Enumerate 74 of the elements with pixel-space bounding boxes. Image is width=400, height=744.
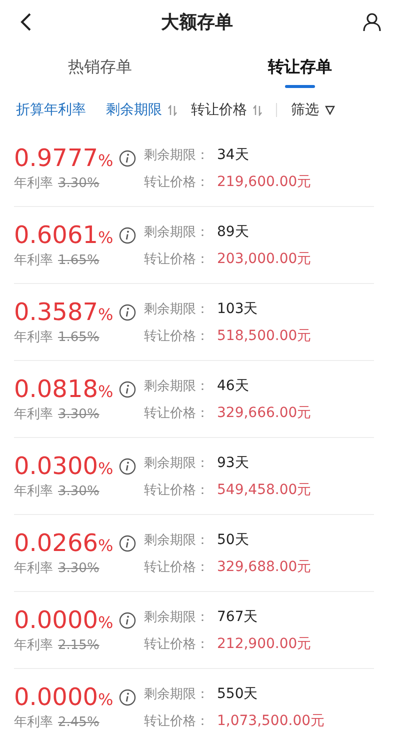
remaining-term: 34天: [217, 146, 249, 164]
transfer-price: 1,073,500.00元: [217, 712, 325, 730]
remaining-term: 550天: [217, 684, 258, 702]
price-label: 转让价格：: [144, 404, 210, 422]
rate-label: 年利率: [14, 329, 53, 346]
info-icon[interactable]: [119, 380, 136, 398]
remaining-term: 46天: [217, 376, 249, 394]
discounted-rate: 0.6061%: [14, 221, 114, 249]
rate-label: 年利率: [14, 560, 53, 577]
term-label: 剩余期限：: [144, 454, 210, 472]
price-label: 转让价格：: [144, 328, 210, 344]
rate-label: 年利率: [14, 175, 53, 192]
rate-label: 年利率: [14, 483, 53, 500]
back-icon[interactable]: [20, 13, 32, 31]
rate-label: 年利率: [14, 252, 53, 269]
term-label: 剩余期限：: [144, 300, 210, 318]
sort-option[interactable]: 转让价格: [191, 101, 262, 119]
original-rate: 3.30%: [58, 561, 100, 576]
remaining-term: 89天: [217, 222, 249, 240]
original-rate: 2.45%: [58, 715, 100, 730]
discounted-rate: 0.3587%: [14, 298, 114, 326]
info-icon[interactable]: [119, 612, 136, 628]
remaining-term: 93天: [217, 454, 249, 472]
price-label: 转让价格：: [144, 558, 210, 576]
discounted-rate: 0.9777%: [14, 144, 114, 172]
tab[interactable]: 热销存单: [0, 44, 200, 90]
transfer-price: 549,458.00元: [217, 480, 312, 498]
discounted-rate: 0.0000%: [14, 606, 114, 634]
discounted-rate: 0.0300%: [14, 452, 114, 480]
info-icon[interactable]: [119, 688, 136, 706]
transfer-price: 212,900.00元: [217, 634, 312, 652]
original-rate: 3.30%: [58, 484, 100, 499]
discounted-rate: 0.0818%: [14, 375, 114, 403]
page-title: 大额存单: [161, 11, 233, 34]
user-icon[interactable]: [362, 12, 382, 32]
rate-label: 年利率: [14, 714, 53, 731]
price-label: 转让价格：: [144, 250, 210, 268]
discounted-rate: 0.0266%: [14, 529, 114, 557]
info-icon[interactable]: [119, 458, 136, 474]
transfer-price: 518,500.00元: [217, 326, 312, 344]
info-icon[interactable]: [119, 304, 136, 320]
tab[interactable]: 转让存单: [200, 44, 400, 90]
term-label: 剩余期限：: [144, 146, 210, 164]
term-label: 剩余期限：: [144, 686, 210, 702]
sort-option[interactable]: 折算年利率: [16, 101, 86, 119]
term-label: 剩余期限：: [144, 532, 210, 548]
info-icon[interactable]: [119, 150, 136, 166]
transfer-price: 203,000.00元: [217, 250, 312, 268]
remaining-term: 103天: [217, 300, 258, 318]
original-rate: 1.65%: [58, 330, 100, 345]
discounted-rate: 0.0000%: [14, 683, 114, 711]
sort-option[interactable]: 剩余期限: [106, 101, 177, 119]
original-rate: 1.65%: [58, 253, 100, 268]
term-label: 剩余期限：: [144, 608, 210, 626]
filter-icon: [325, 105, 335, 115]
price-label: 转让价格：: [144, 712, 210, 730]
remaining-term: 767天: [217, 608, 258, 626]
info-icon[interactable]: [119, 226, 136, 244]
original-rate: 2.15%: [58, 638, 100, 653]
term-label: 剩余期限：: [144, 224, 210, 240]
price-label: 转让价格：: [144, 636, 210, 652]
term-label: 剩余期限：: [144, 378, 210, 394]
transfer-price: 329,688.00元: [217, 558, 312, 576]
rate-label: 年利率: [14, 406, 53, 423]
remaining-term: 50天: [217, 530, 249, 548]
original-rate: 3.30%: [58, 176, 100, 191]
filter-button[interactable]: 筛选: [291, 101, 335, 119]
original-rate: 3.30%: [58, 407, 100, 422]
price-label: 转让价格：: [144, 174, 210, 190]
price-label: 转让价格：: [144, 482, 210, 498]
info-icon[interactable]: [119, 534, 136, 552]
transfer-price: 329,666.00元: [217, 404, 312, 422]
transfer-price: 219,600.00元: [217, 172, 312, 190]
rate-label: 年利率: [14, 637, 53, 654]
